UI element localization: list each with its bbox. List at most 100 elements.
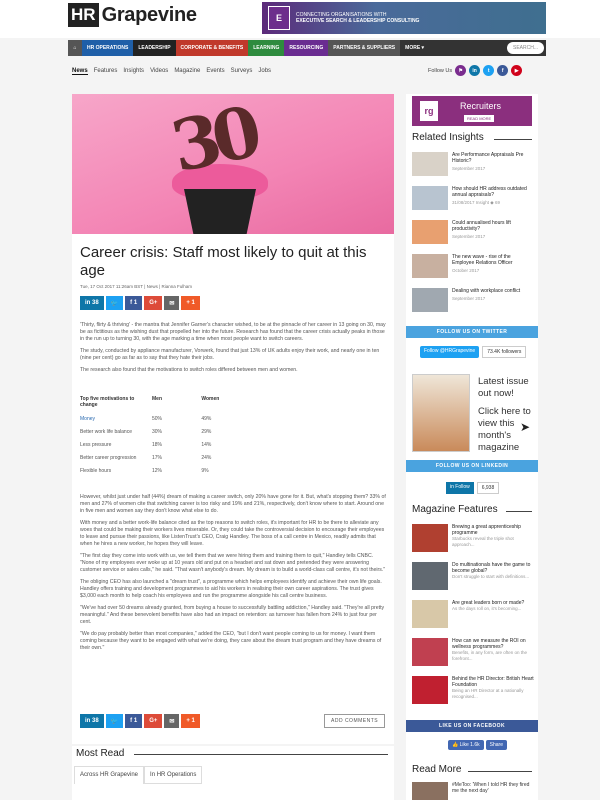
- feature-title: Brewing a great apprenticeship programme: [452, 524, 521, 536]
- main-nav: ⌂ HR OPERATIONS LEADERSHIP CORPORATE & BEN…: [68, 40, 546, 56]
- nav-item[interactable]: PARTNERS & SUPPLIERS: [328, 40, 401, 56]
- insight-thumbnail: [412, 152, 448, 176]
- googleplus-share-button[interactable]: G+: [144, 296, 163, 310]
- subnav-link[interactable]: Surveys: [231, 68, 253, 75]
- facebook-share-button[interactable]: f 1: [125, 296, 143, 310]
- magazine-text-line: out now!: [478, 388, 514, 399]
- motivations-table: Top five motivations to change Men Women Mo…: [80, 396, 290, 477]
- googleplus-share-button[interactable]: G+: [144, 714, 163, 728]
- table-header: Women: [201, 396, 220, 402]
- most-read: Most Read Across HR Grapevine In HR Oper…: [72, 746, 394, 800]
- table-cell: Better work life balance: [80, 429, 132, 435]
- subnav-link[interactable]: Jobs: [258, 68, 271, 75]
- feature-item[interactable]: Do multinationals have the game to becom…: [412, 562, 534, 590]
- add-comments-button[interactable]: ADD COMMENTS: [324, 714, 386, 728]
- hero-image: 30: [72, 94, 394, 234]
- feature-description: Starbucks reveal the triple shot approac…: [452, 536, 514, 547]
- subnav-link[interactable]: Events: [206, 68, 224, 75]
- insight-thumbnail: [412, 186, 448, 210]
- nav-item[interactable]: MORE ▾: [400, 40, 430, 56]
- table-cell: Better career progression: [80, 455, 137, 461]
- most-read-title: Most Read: [76, 748, 125, 759]
- paragraph: "We do pay probably better than most com…: [80, 631, 382, 651]
- subnav-link[interactable]: Insights: [123, 68, 144, 75]
- insight-item[interactable]: How should HR address outdated annual ap…: [412, 186, 534, 210]
- insight-item[interactable]: The new wave - rise of the Employee Rela…: [412, 254, 534, 278]
- article-title: Career crisis: Staff most likely to quit…: [80, 244, 367, 279]
- table-cell: 12%: [152, 468, 163, 474]
- facebook-like-button[interactable]: 👍 Like 1.6k: [448, 740, 484, 750]
- article-body: However, whilst just under half (44%) dr…: [80, 494, 388, 657]
- linkedin-share-button[interactable]: in 38: [80, 714, 104, 728]
- more-share-button[interactable]: + 1: [181, 296, 200, 310]
- nav-item[interactable]: RESOURCING: [284, 40, 329, 56]
- insight-thumbnail: [412, 288, 448, 312]
- twitter-share-button[interactable]: 🐦: [105, 714, 124, 728]
- email-share-button[interactable]: ✉: [164, 296, 180, 310]
- subnav-link[interactable]: Features: [94, 68, 118, 75]
- follow-label: Follow Us: [428, 67, 453, 74]
- tab-across-hr-grapevine[interactable]: Across HR Grapevine: [74, 766, 145, 784]
- site-logo[interactable]: HR Grapevine: [68, 3, 197, 27]
- insight-item[interactable]: Are Performance Appraisals Pre Historic?…: [412, 152, 534, 176]
- twitter-share-button[interactable]: 🐦: [105, 296, 124, 310]
- paragraph: The obliging CEO has also launched a "dr…: [80, 579, 382, 599]
- facebook-share-button[interactable]: f 1: [125, 714, 143, 728]
- linkedin-follower-count: 6,938: [476, 482, 500, 494]
- divider: [134, 754, 388, 755]
- recruiters-read-more[interactable]: READ MORE: [464, 115, 495, 122]
- linkedin-share-button[interactable]: in 38: [80, 296, 104, 310]
- paragraph: "We've had over 50 dreams already grante…: [80, 605, 385, 625]
- nav-item[interactable]: LEADERSHIP: [133, 40, 176, 56]
- insight-item[interactable]: Dealing with workplace conflict September…: [412, 288, 534, 312]
- nav-item[interactable]: HR OPERATIONS: [82, 40, 134, 56]
- follow-us: Follow Us ⚑ in t f ▶: [428, 65, 523, 76]
- linkedin-follow-button[interactable]: in Follow: [446, 482, 474, 494]
- table-cell: 50%: [152, 416, 163, 422]
- table-row: Less pressure 18% 14%: [80, 438, 290, 451]
- email-share-button[interactable]: ✉: [164, 714, 180, 728]
- subnav-link[interactable]: Videos: [150, 68, 168, 75]
- feature-item[interactable]: How can we measure the ROI on wellness p…: [412, 638, 534, 666]
- divider: [468, 771, 532, 772]
- insight-date: September 2017: [452, 296, 486, 301]
- subnav-link[interactable]: Magazine: [174, 68, 200, 75]
- twitter-follow-button[interactable]: Follow @HRGrapevine: [420, 346, 480, 358]
- insight-item[interactable]: Could annualised hours lift productivity…: [412, 220, 534, 244]
- facebook-icon[interactable]: f: [497, 65, 509, 76]
- nav-item[interactable]: LEARNING: [248, 40, 285, 56]
- nav-item[interactable]: CORPORATE & BENEFITS: [175, 40, 249, 56]
- table-header: Top five motivations to change: [80, 396, 135, 408]
- insight-title: The new wave - rise of the Employee Rela…: [452, 254, 513, 266]
- magazine-text-line: Latest issue: [478, 376, 529, 387]
- article-intro: 'Thirty, flirty & thriving' - the mantra…: [80, 322, 388, 379]
- subnav-link[interactable]: News: [72, 68, 88, 75]
- recruiters-advert[interactable]: rg Recruiters READ MORE: [412, 96, 532, 126]
- cupcake-case: [184, 189, 256, 234]
- search-input[interactable]: SEARCH...: [506, 42, 544, 54]
- insight-thumbnail: [412, 220, 448, 244]
- table-cell: 24%: [201, 455, 212, 461]
- hero-number: 30: [164, 94, 262, 189]
- insight-title: Dealing with workplace conflict: [452, 288, 521, 294]
- feature-item[interactable]: Behind the HR Director: British Heart Fo…: [412, 676, 534, 704]
- recruiters-logo: rg: [420, 101, 438, 121]
- facebook-share-button[interactable]: Share: [485, 740, 507, 750]
- divider: [506, 511, 532, 512]
- twitter-icon[interactable]: t: [483, 65, 495, 76]
- rss-icon[interactable]: ⚑: [455, 65, 467, 76]
- more-share-button[interactable]: + 1: [181, 714, 200, 728]
- share-bar-bottom: in 38 🐦 f 1 G+ ✉ + 1: [80, 714, 200, 728]
- magazine-promo[interactable]: Latest issue out now! Click here to view th…: [412, 374, 534, 456]
- youtube-icon[interactable]: ▶: [511, 65, 523, 76]
- header-advert[interactable]: E CONNECTING ORGANISATIONS WITH EXECUTIV…: [262, 2, 546, 34]
- feature-item[interactable]: Are great leaders born or made? As the da…: [412, 600, 534, 628]
- linkedin-icon[interactable]: in: [469, 65, 481, 76]
- home-icon[interactable]: ⌂: [68, 40, 82, 56]
- tab-in-hr-operations[interactable]: In HR Operations: [144, 766, 203, 784]
- read-more-item[interactable]: #MeToo: 'When I told HR they fired me th…: [412, 782, 532, 800]
- table-cell: 29%: [201, 429, 212, 435]
- cursor-icon: ➤: [520, 420, 531, 434]
- feature-item[interactable]: Brewing a great apprenticeship programme…: [412, 524, 534, 552]
- linkedin-header: FOLLOW US ON LINKEDIN: [406, 460, 538, 472]
